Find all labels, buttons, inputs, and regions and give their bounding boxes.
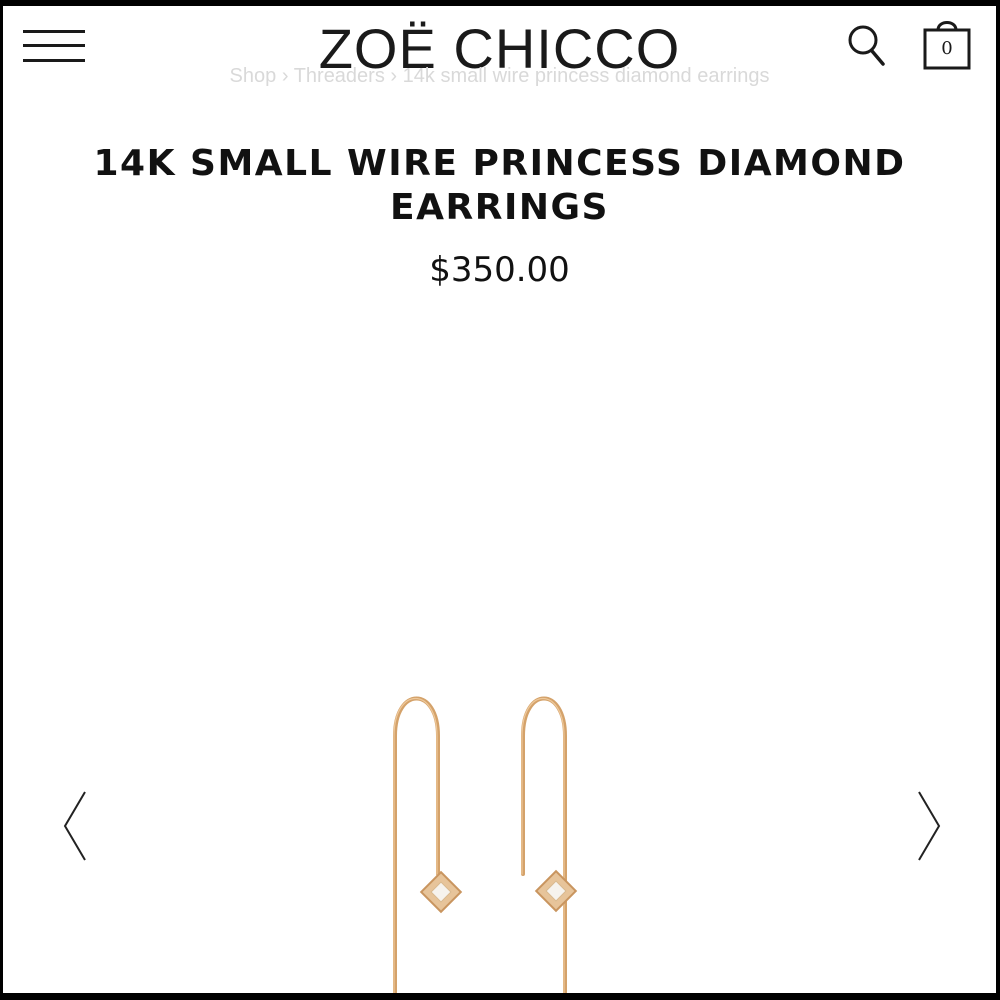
chevron-right-icon	[918, 791, 941, 861]
product-price: $350.00	[429, 250, 570, 290]
chevron-left-icon	[63, 791, 86, 861]
product-title: 14K SMALL WIRE PRINCESS DIAMOND EARRINGS	[93, 143, 906, 228]
diamond-setting-right	[534, 869, 578, 913]
product-image	[373, 686, 633, 993]
breadcrumb-link-threaders[interactable]: Threaders	[294, 65, 385, 87]
breadcrumb-separator: ›	[390, 65, 398, 87]
breadcrumb-separator: ›	[281, 65, 289, 87]
cart-count: 0	[941, 38, 953, 59]
gallery-next-button[interactable]	[909, 786, 949, 866]
breadcrumb: Shop › Threaders › 14k small wire prince…	[3, 64, 996, 88]
gallery-prev-button[interactable]	[55, 786, 95, 866]
search-icon	[848, 25, 885, 66]
earring-wire-right	[521, 696, 567, 993]
breadcrumb-link-shop[interactable]: Shop	[230, 65, 277, 87]
breadcrumb-current: 14k small wire princess diamond earrings	[402, 65, 770, 87]
search-button[interactable]	[845, 22, 887, 68]
earrings-image	[393, 696, 578, 993]
diamond-setting-left	[419, 870, 463, 914]
earring-wire-left	[393, 696, 440, 993]
product-page: ZOË CHICCO 0 Shop › Threaders › 14k smal…	[3, 6, 996, 993]
